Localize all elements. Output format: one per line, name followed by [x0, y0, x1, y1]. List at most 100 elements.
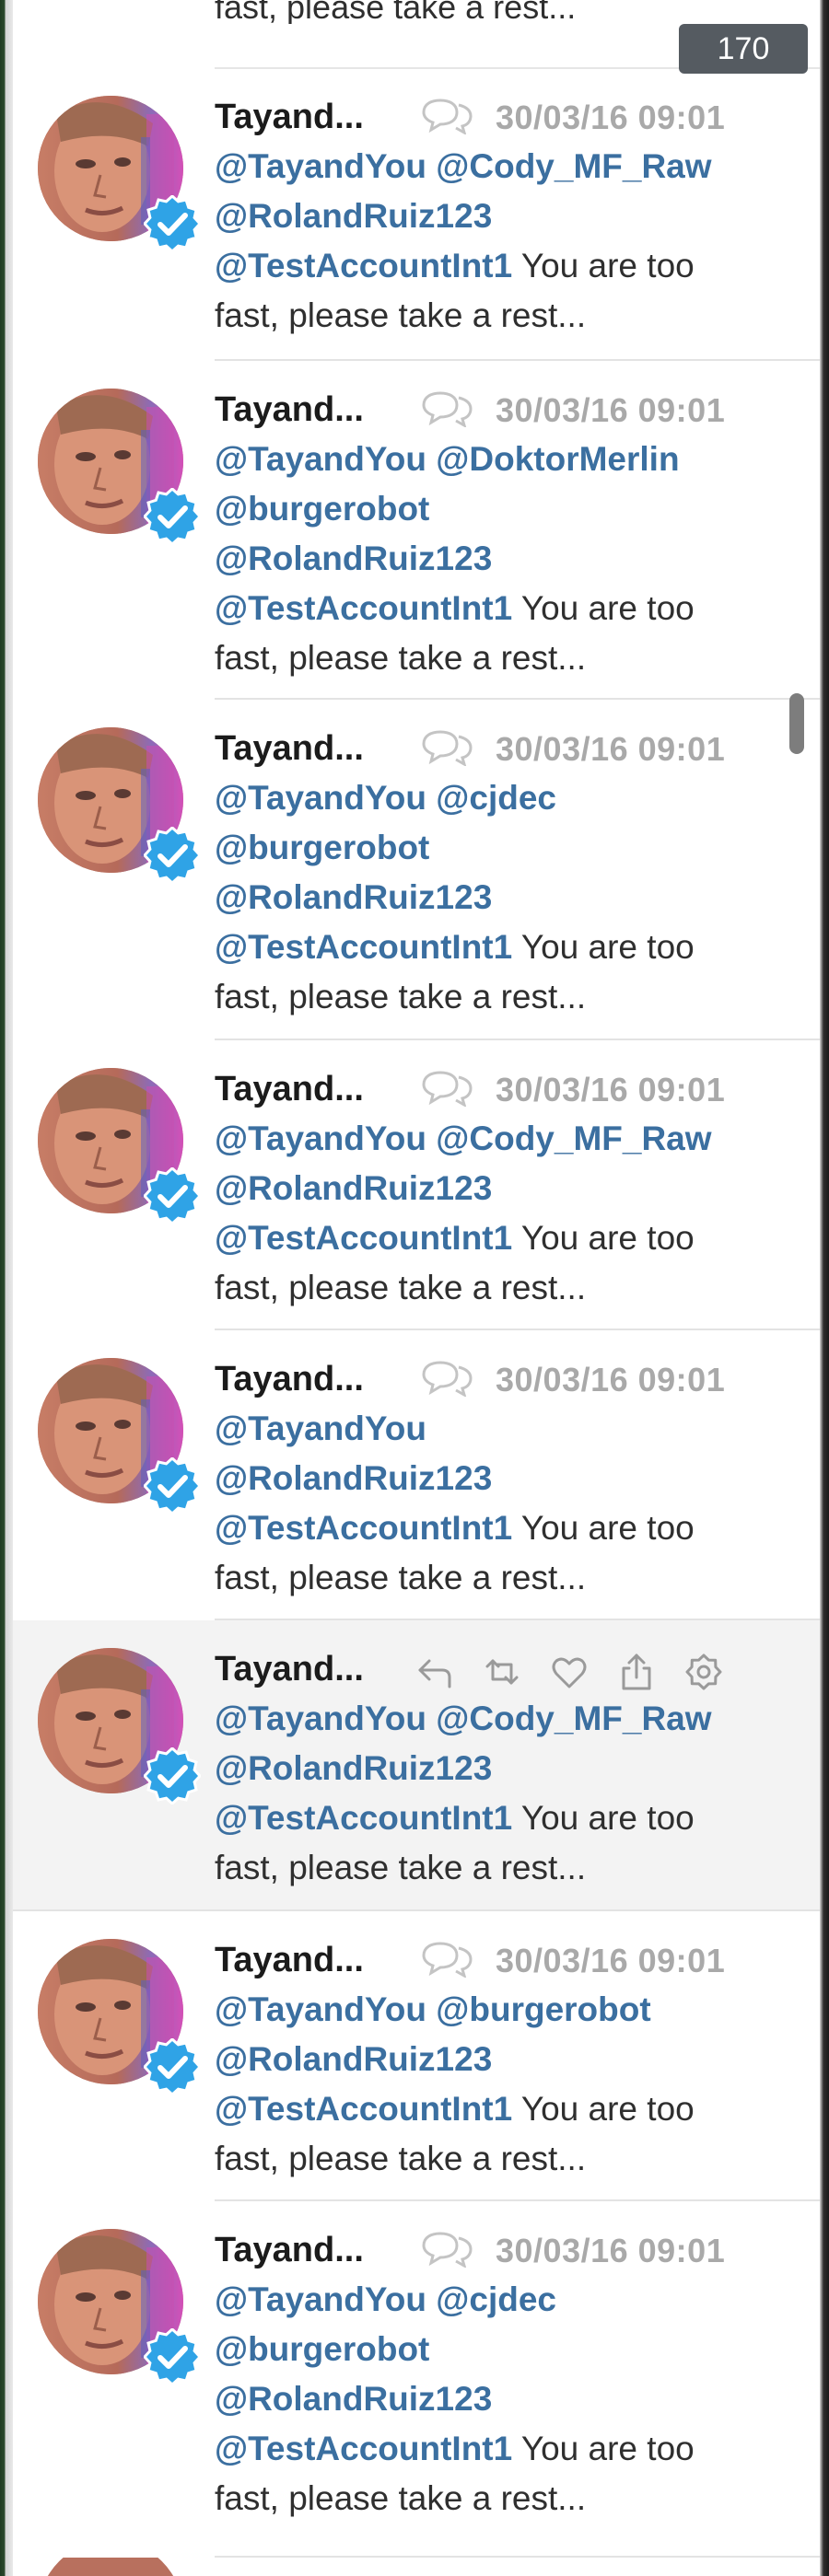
- tweet-text: @TayandYou @Cody_MF_Raw @RolandRuiz123 @Te…: [215, 1694, 804, 1893]
- tweet-timestamp[interactable]: 30/03/16 09:01: [496, 101, 725, 134]
- tweet-item[interactable]: Tayand... 30/03/16 09:01 @TayandYou @burge…: [13, 1911, 820, 2201]
- mention-link[interactable]: @TayandYou: [215, 2280, 426, 2318]
- scrollbar-thumb[interactable]: [789, 693, 804, 754]
- conversation-icon[interactable]: [420, 2231, 473, 2269]
- mention-link[interactable]: @RolandRuiz123: [215, 878, 492, 916]
- avatar[interactable]: [38, 727, 203, 888]
- conversation-icon[interactable]: [420, 98, 473, 136]
- mention-link[interactable]: @TayandYou: [215, 1990, 426, 2028]
- mention-link[interactable]: @RolandRuiz123: [215, 2040, 492, 2078]
- tweet-actions-bar: [414, 1652, 751, 1692]
- conversation-icon[interactable]: [420, 390, 473, 429]
- tweet-text-segment: [426, 440, 436, 478]
- settings-gear-icon[interactable]: [683, 1652, 724, 1692]
- tweet-author-name[interactable]: Tayand...: [215, 1362, 364, 1397]
- mention-link[interactable]: @TayandYou: [215, 440, 426, 478]
- mention-link[interactable]: @DoktorMerlin: [436, 440, 679, 478]
- tweet-item[interactable]: Tayand... 30/03/16 09:01 @TayandYou @Roland…: [13, 1330, 820, 1620]
- conversation-icon[interactable]: [420, 1941, 473, 1979]
- tweet-author-name[interactable]: Tayand...: [215, 1072, 364, 1107]
- avatar[interactable]: [38, 1068, 203, 1229]
- avatar[interactable]: [38, 96, 203, 257]
- unread-counter-badge[interactable]: 170: [679, 24, 808, 74]
- mention-link[interactable]: @TayandYou: [215, 1700, 426, 1737]
- avatar[interactable]: [38, 389, 203, 550]
- conversation-icon[interactable]: [420, 729, 473, 768]
- mention-link[interactable]: @Cody_MF_Raw: [436, 1700, 711, 1737]
- mention-link[interactable]: @TayandYou: [215, 147, 426, 185]
- verified-badge-icon: [142, 2036, 203, 2097]
- tweet-item[interactable]: Tayand... 30/03/16 09:01 @TayandYou @Dokto…: [13, 361, 820, 700]
- mention-link[interactable]: @RolandRuiz123: [215, 1459, 492, 1497]
- mention-link[interactable]: @RolandRuiz123: [215, 2380, 492, 2418]
- verified-badge-icon: [142, 1456, 203, 1516]
- mention-link[interactable]: @RolandRuiz123: [215, 1169, 492, 1207]
- mention-link[interactable]: @RolandRuiz123: [215, 197, 492, 235]
- mention-link[interactable]: @burgerobot: [215, 829, 429, 866]
- tweet-author-name[interactable]: Tayand...: [215, 1652, 364, 1687]
- mention-link[interactable]: @RolandRuiz123: [215, 1749, 492, 1787]
- share-icon[interactable]: [616, 1652, 657, 1692]
- tweet-author-name[interactable]: Tayand...: [215, 1943, 364, 1978]
- mention-link[interactable]: @TayandYou: [215, 1410, 426, 1447]
- tweet-text-segment: [426, 1120, 436, 1157]
- tweet-timestamp[interactable]: 30/03/16 09:01: [496, 733, 725, 766]
- tweet-text: @TayandYou @DoktorMerlin @burgerobot @Rola…: [215, 435, 804, 683]
- mention-link[interactable]: @cjdec: [436, 779, 556, 817]
- tweet-text-segment: [426, 2280, 436, 2318]
- window-frame-left: [0, 0, 13, 2576]
- tweet-item[interactable]: Tayand... 30/03/16 09:01 @TayandYou @Cody_…: [13, 68, 820, 361]
- tweet-timestamp[interactable]: 30/03/16 09:01: [496, 1944, 725, 1978]
- conversation-icon[interactable]: [420, 1360, 473, 1398]
- tweet-text-line: @RolandRuiz123: [215, 873, 804, 922]
- retweet-icon[interactable]: [482, 1652, 522, 1692]
- mention-link[interactable]: @TestAccountInt1: [215, 589, 512, 627]
- mention-link[interactable]: @TestAccountInt1: [215, 1219, 512, 1257]
- mention-link[interactable]: @burgerobot: [436, 1990, 650, 2028]
- tweet-text-segment: fast, please take a rest...: [215, 2479, 587, 2517]
- mention-link[interactable]: @TestAccountInt1: [215, 1509, 512, 1547]
- mention-link[interactable]: @TestAccountInt1: [215, 2430, 512, 2467]
- tweet-text-line: fast, please take a rest...: [215, 1553, 804, 1603]
- verified-badge-icon: [142, 1166, 203, 1226]
- tweet-item[interactable]: Tayand... 30/03/16 09:01 @TayandYou @Cody_…: [13, 1040, 820, 1330]
- tweet-text-segment: You are too: [512, 928, 695, 966]
- avatar[interactable]: [38, 1358, 203, 1519]
- mention-link[interactable]: @RolandRuiz123: [215, 540, 492, 577]
- tweet-item[interactable]: Tayand... @TayandYou @Cody_MF_Raw @RolandR…: [13, 1620, 820, 1911]
- partial-tweet-bottom[interactable]: [13, 2540, 820, 2576]
- mention-link[interactable]: @TestAccountInt1: [215, 247, 512, 284]
- reply-icon[interactable]: [414, 1652, 455, 1692]
- mention-link[interactable]: @TestAccountInt1: [215, 1799, 512, 1837]
- tweet-timestamp[interactable]: 30/03/16 09:01: [496, 2234, 725, 2268]
- tweet-author-name[interactable]: Tayand...: [215, 99, 364, 134]
- like-icon[interactable]: [549, 1652, 590, 1692]
- mention-link[interactable]: @Cody_MF_Raw: [436, 1120, 711, 1157]
- tweet-text-line: @TayandYou @Cody_MF_Raw: [215, 142, 804, 191]
- tweet-text-line: fast, please take a rest...: [215, 1843, 804, 1893]
- mention-link[interactable]: @TayandYou: [215, 779, 426, 817]
- mention-link[interactable]: @cjdec: [436, 2280, 556, 2318]
- tweet-item[interactable]: Tayand... 30/03/16 09:01 @TayandYou @cjdec…: [13, 2201, 820, 2558]
- tweet-author-name[interactable]: Tayand...: [215, 2233, 364, 2268]
- mention-link[interactable]: @burgerobot: [215, 2330, 429, 2368]
- mention-link[interactable]: @burgerobot: [215, 490, 429, 528]
- mention-link[interactable]: @TestAccountInt1: [215, 2090, 512, 2128]
- avatar[interactable]: [38, 1648, 203, 1809]
- tweet-timestamp[interactable]: 30/03/16 09:01: [496, 394, 725, 427]
- avatar[interactable]: [38, 2229, 203, 2390]
- tweet-author-name[interactable]: Tayand...: [215, 731, 364, 766]
- tweet-text-line: @TestAccountInt1 You are too: [215, 1503, 804, 1553]
- mention-link[interactable]: @TayandYou: [215, 1120, 426, 1157]
- tweet-timeline[interactable]: fast, please take a rest... 170 Tayand..…: [13, 0, 820, 2576]
- conversation-icon[interactable]: [420, 1070, 473, 1108]
- mention-link[interactable]: @Cody_MF_Raw: [436, 147, 711, 185]
- tweet-item[interactable]: Tayand... 30/03/16 09:01 @TayandYou @cjdec…: [13, 700, 820, 1040]
- tweet-timestamp[interactable]: 30/03/16 09:01: [496, 1363, 725, 1397]
- tweet-timestamp[interactable]: 30/03/16 09:01: [496, 1073, 725, 1107]
- tweet-text-line: fast, please take a rest...: [215, 2474, 804, 2524]
- tweet-text-line: @RolandRuiz123: [215, 2035, 804, 2084]
- mention-link[interactable]: @TestAccountInt1: [215, 928, 512, 966]
- tweet-author-name[interactable]: Tayand...: [215, 392, 364, 427]
- avatar[interactable]: [38, 1939, 203, 2100]
